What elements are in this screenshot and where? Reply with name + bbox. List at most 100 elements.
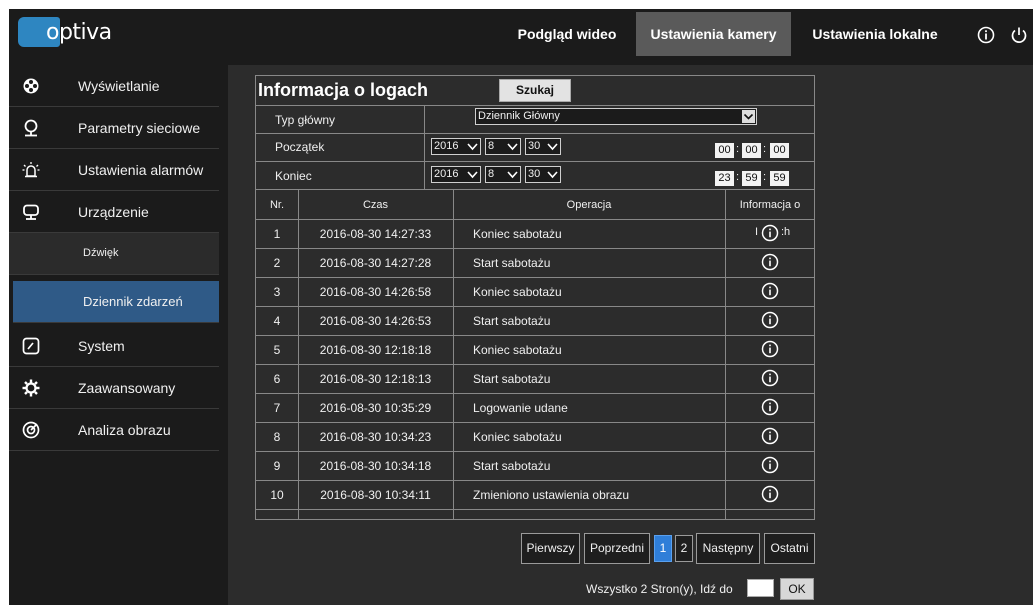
- divider: [256, 161, 814, 162]
- end-month-value: 8: [488, 168, 495, 180]
- cell-nr: 4: [273, 314, 281, 328]
- sidebar-item-label: Ustawienia alarmów: [78, 162, 204, 178]
- page-title: Informacja o logach: [258, 80, 429, 100]
- start-month-select[interactable]: 8: [485, 138, 521, 155]
- cell-time: 2016-08-30 14:26:53: [319, 314, 432, 328]
- chevron-down-icon: [547, 143, 558, 151]
- main-content: Informacja o logach Szukaj Typ główny Dz…: [228, 65, 1033, 605]
- device-icon: [23, 204, 39, 220]
- info-icon[interactable]: [761, 369, 779, 387]
- log-panel: Informacja o logach Szukaj Typ główny Dz…: [255, 75, 815, 520]
- start-minute-input[interactable]: 00: [742, 143, 761, 158]
- start-second-input[interactable]: 00: [770, 143, 789, 158]
- app-frame: optiva Podgląd wideo Ustawienia kamery U…: [9, 9, 1033, 605]
- page-button-2[interactable]: 2: [675, 535, 693, 562]
- power-icon[interactable]: [1010, 26, 1028, 44]
- tab-local-settings[interactable]: Ustawienia lokalne: [795, 12, 955, 56]
- info-icon[interactable]: [761, 253, 779, 271]
- column-header: Nr.: [269, 199, 285, 211]
- divider: [256, 480, 814, 481]
- start-label: Początek: [275, 140, 325, 154]
- cell-time: 2016-08-30 10:35:29: [319, 401, 432, 415]
- cell-operation: Start sabotażu: [473, 256, 551, 270]
- next-page-button[interactable]: Następny: [696, 533, 760, 564]
- main-type-select[interactable]: Dziennik Główny: [475, 108, 757, 125]
- divider: [256, 105, 814, 106]
- cell-operation: Koniec sabotażu: [473, 285, 562, 299]
- end-hour-input[interactable]: 23: [715, 171, 734, 186]
- info-icon[interactable]: [977, 26, 995, 44]
- time-separator: :: [763, 143, 767, 155]
- page-button-1[interactable]: 1: [654, 535, 672, 562]
- info-icon[interactable]: [761, 427, 779, 445]
- tab-live-view[interactable]: Podgląd wideo: [501, 12, 633, 56]
- end-second-input[interactable]: 59: [770, 171, 789, 186]
- sidebar-subitem-event-log[interactable]: Dziennik zdarzeń: [13, 281, 219, 323]
- sidebar-item-alarms[interactable]: Ustawienia alarmów: [9, 149, 219, 191]
- column-header: Operacja: [566, 199, 612, 211]
- main-type-value: Dziennik Główny: [478, 110, 560, 122]
- tooltip-fragment: I: [755, 226, 759, 238]
- divider: [256, 133, 814, 134]
- sidebar-item-system[interactable]: System: [9, 325, 219, 367]
- tooltip-fragment: :h: [781, 226, 791, 238]
- start-year-value: 2016: [434, 140, 459, 152]
- sidebar-subitem-label: Dźwięk: [83, 247, 119, 259]
- cell-operation: Koniec sabotażu: [473, 227, 562, 241]
- cell-time: 2016-08-30 14:26:58: [319, 285, 432, 299]
- info-icon[interactable]: [761, 398, 779, 416]
- logo-text: optiva: [46, 20, 112, 45]
- cell-nr: 9: [273, 459, 281, 473]
- end-year-value: 2016: [434, 168, 459, 180]
- end-day-value: 30: [528, 168, 541, 180]
- previous-page-button[interactable]: Poprzedni: [584, 533, 650, 564]
- divider: [256, 393, 814, 394]
- cell-time: 2016-08-30 10:34:11: [320, 488, 431, 502]
- cell-time: 2016-08-30 12:18:13: [319, 372, 432, 386]
- divider: [256, 277, 814, 278]
- start-hour-input[interactable]: 00: [715, 143, 734, 158]
- cell-operation: Koniec sabotażu: [473, 430, 562, 444]
- start-year-select[interactable]: 2016: [431, 138, 481, 155]
- divider: [424, 105, 425, 189]
- sidebar-item-image-analysis[interactable]: Analiza obrazu: [9, 409, 219, 451]
- start-day-value: 30: [528, 140, 541, 152]
- goto-page-input[interactable]: [747, 579, 774, 597]
- advanced-icon: [22, 379, 40, 397]
- divider: [256, 219, 814, 220]
- cell-operation: Logowanie udane: [473, 401, 568, 415]
- end-year-select[interactable]: 2016: [431, 166, 481, 183]
- sidebar-subitem-sound[interactable]: Dźwięk: [9, 233, 219, 275]
- end-day-select[interactable]: 30: [525, 166, 561, 183]
- end-minute-input[interactable]: 59: [742, 171, 761, 186]
- divider: [256, 364, 814, 365]
- first-page-button[interactable]: Pierwszy: [521, 533, 580, 564]
- search-button[interactable]: Szukaj: [499, 79, 571, 102]
- info-icon[interactable]: [761, 456, 779, 474]
- info-icon[interactable]: [761, 485, 779, 503]
- last-page-button[interactable]: Ostatni: [764, 533, 815, 564]
- info-icon[interactable]: [761, 311, 779, 329]
- info-icon[interactable]: [761, 340, 779, 358]
- cell-time: 2016-08-30 14:27:33: [319, 227, 432, 241]
- chevron-down-icon: [467, 143, 478, 151]
- chevron-down-icon: [742, 110, 755, 123]
- start-day-select[interactable]: 30: [525, 138, 561, 155]
- sidebar-item-label: Parametry sieciowe: [78, 120, 201, 136]
- divider: [256, 248, 814, 249]
- time-separator: :: [736, 143, 740, 155]
- tab-camera-settings[interactable]: Ustawienia kamery: [636, 12, 791, 56]
- goto-ok-button[interactable]: OK: [780, 578, 814, 600]
- cell-operation: Zmieniono ustawienia obrazu: [473, 488, 630, 502]
- info-icon[interactable]: [761, 282, 779, 300]
- divider: [453, 189, 454, 519]
- cell-operation: Koniec sabotażu: [473, 343, 562, 357]
- sidebar-item-advanced[interactable]: Zaawansowany: [9, 367, 219, 409]
- sidebar-item-device[interactable]: Urządzenie: [9, 191, 219, 233]
- logo: optiva: [18, 17, 118, 47]
- sidebar-item-network[interactable]: Parametry sieciowe: [9, 107, 219, 149]
- info-icon[interactable]: [761, 224, 779, 242]
- end-month-select[interactable]: 8: [485, 166, 521, 183]
- sidebar-item-display[interactable]: Wyświetlanie: [9, 65, 219, 107]
- alarm-icon: [22, 162, 40, 178]
